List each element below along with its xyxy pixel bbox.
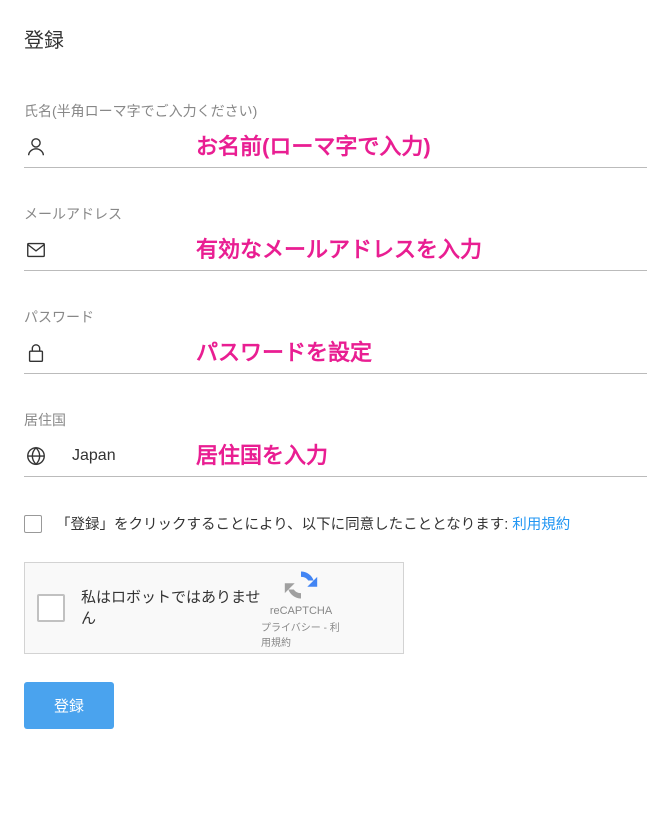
recaptcha-checkbox[interactable] bbox=[37, 594, 65, 622]
recaptcha-logo-icon bbox=[283, 567, 319, 603]
form-group-password: パスワード パスワードを設定 bbox=[24, 307, 647, 374]
recaptcha-links: プライバシー - 利用規約 bbox=[261, 619, 341, 649]
lock-icon bbox=[24, 341, 48, 365]
password-input-row bbox=[24, 341, 647, 374]
country-input[interactable] bbox=[72, 447, 647, 465]
form-group-name: 氏名(半角ローマ字でご入力ください) お名前(ローマ字で入力) bbox=[24, 101, 647, 168]
submit-button[interactable]: 登録 bbox=[24, 682, 114, 729]
recaptcha-label: 私はロボットではありません bbox=[81, 587, 261, 629]
recaptcha-box: 私はロボットではありません reCAPTCHA プライバシー - 利用規約 bbox=[24, 562, 404, 654]
agreement-checkbox[interactable] bbox=[24, 515, 42, 533]
agreement-row: 「登録」をクリックすることにより、以下に同意したこととなります: 利用規約 bbox=[24, 513, 647, 534]
country-input-row bbox=[24, 444, 647, 477]
agreement-label: 「登録」をクリックすることにより、以下に同意したこととなります: 利用規約 bbox=[56, 513, 570, 534]
globe-icon bbox=[24, 444, 48, 468]
form-group-country: 居住国 居住国を入力 bbox=[24, 410, 647, 477]
user-icon bbox=[24, 135, 48, 159]
email-input-row bbox=[24, 238, 647, 271]
name-input-row bbox=[24, 135, 647, 168]
name-label: 氏名(半角ローマ字でご入力ください) bbox=[24, 101, 647, 121]
recaptcha-privacy-link[interactable]: プライバシー bbox=[261, 623, 321, 634]
recaptcha-brand: reCAPTCHA bbox=[270, 605, 332, 617]
form-group-email: メールアドレス 有効なメールアドレスを入力 bbox=[24, 204, 647, 271]
mail-icon bbox=[24, 238, 48, 262]
country-label: 居住国 bbox=[24, 410, 647, 430]
page-title: 登録 bbox=[24, 24, 647, 53]
name-input[interactable] bbox=[72, 138, 647, 156]
recaptcha-brand-box: reCAPTCHA プライバシー - 利用規約 bbox=[261, 567, 341, 649]
agreement-text: 「登録」をクリックすることにより、以下に同意したこととなります: bbox=[56, 517, 512, 533]
email-label: メールアドレス bbox=[24, 204, 647, 224]
terms-link[interactable]: 利用規約 bbox=[512, 517, 570, 533]
password-label: パスワード bbox=[24, 307, 647, 327]
password-input[interactable] bbox=[72, 344, 647, 362]
email-input[interactable] bbox=[72, 241, 647, 259]
